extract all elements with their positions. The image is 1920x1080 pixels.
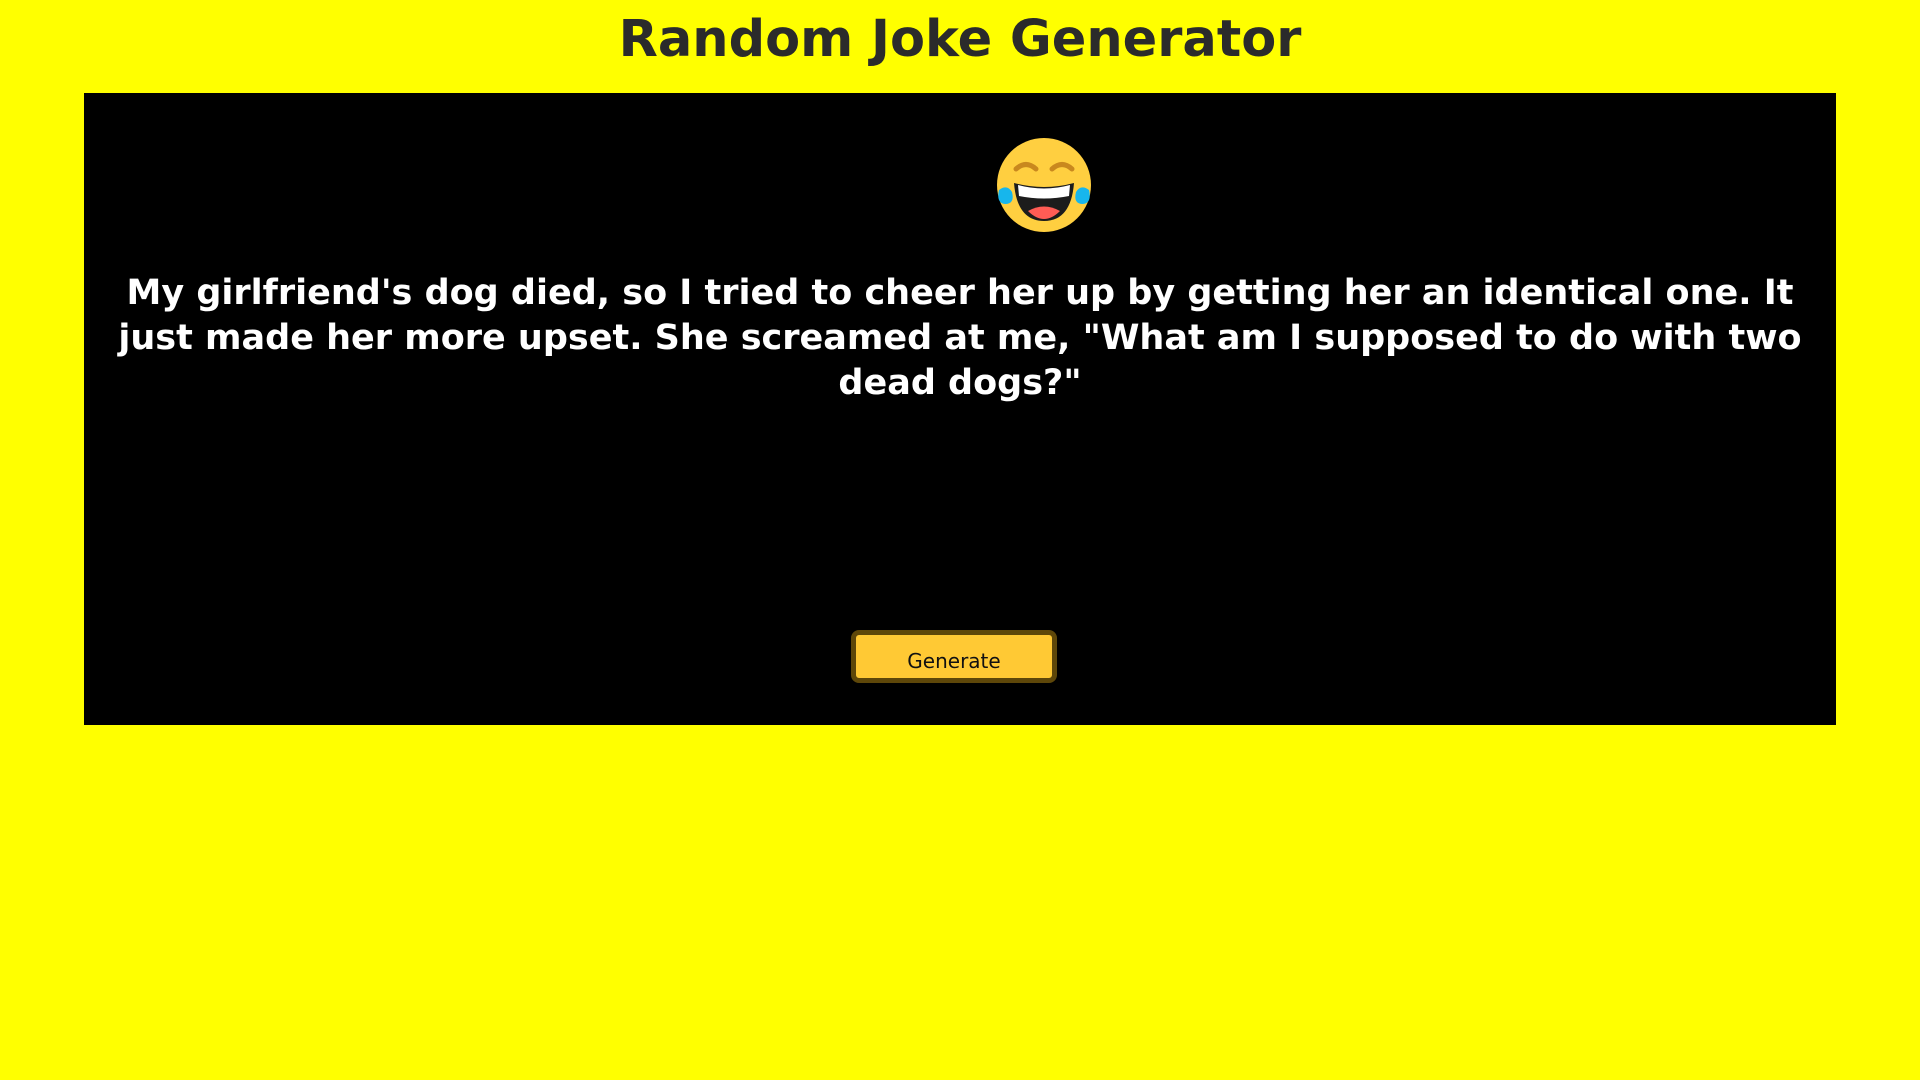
face-with-tears-of-joy-icon: [994, 135, 1094, 235]
joke-card: My girlfriend's dog died, so I tried to …: [84, 93, 1836, 725]
joke-text: My girlfriend's dog died, so I tried to …: [118, 273, 1802, 403]
page-title: Random Joke Generator: [618, 10, 1302, 69]
generate-button[interactable]: Generate: [851, 630, 1057, 683]
